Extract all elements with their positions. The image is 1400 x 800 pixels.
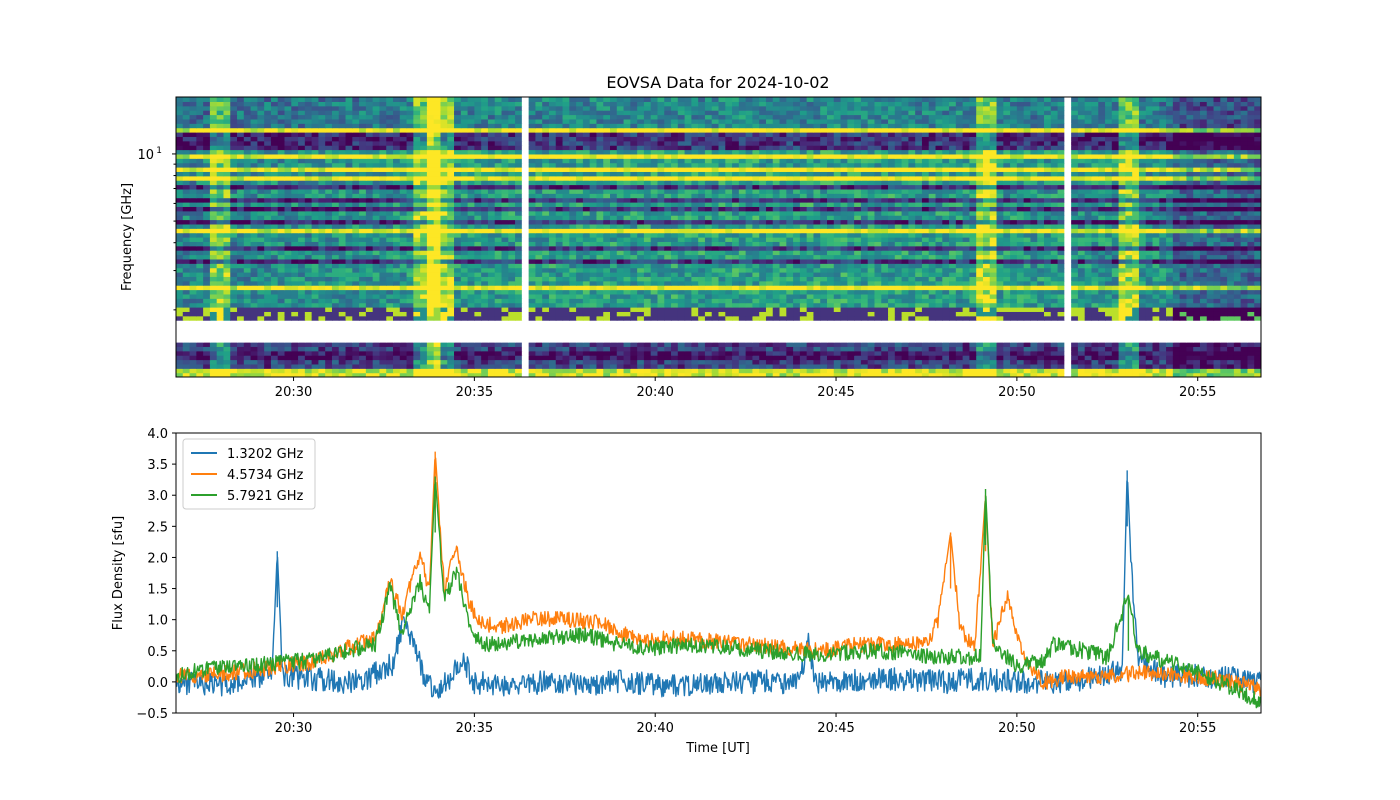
lightcurve-y-tick-label: 3.5 [147, 458, 168, 473]
lightcurve-y-tick-label: 3.0 [147, 489, 168, 504]
lightcurve-x-tick-label: 20:55 [1179, 721, 1216, 736]
spectrogram-x-tick-label: 20:45 [817, 385, 854, 400]
lightcurve-y-tick-label: 2.0 [147, 551, 168, 566]
lightcurve-x-axis: 20:30 20:35 20:40 20:45 20:50 20:55 [275, 713, 1216, 736]
lightcurve-x-tick-label: 20:45 [817, 721, 854, 736]
spectrogram-panel: 20:30 20:35 20:40 20:45 20:50 20:55 10 1 Frequ… [120, 96, 1262, 400]
lightcurve-x-tick-label: 20:50 [998, 721, 1035, 736]
lightcurve-y-axis: −0.5 0.0 0.5 1.0 1.5 2.0 2.5 3.0 3.5 4.0 [136, 427, 176, 722]
spectrogram-y-label: Frequency [GHz] [120, 183, 135, 291]
legend-label: 5.7921 GHz [227, 489, 303, 504]
spectrogram-x-tick-label: 20:40 [636, 385, 673, 400]
figure-title: EOVSA Data for 2024-10-02 [606, 73, 829, 92]
lightcurve-plot-area [176, 451, 1261, 709]
lightcurve-x-label: Time [UT] [685, 741, 750, 756]
series-line-4-5734-GHz [176, 451, 1261, 697]
spectrogram-x-tick-label: 20:30 [275, 385, 312, 400]
lightcurve-y-tick-label: 4.0 [147, 427, 168, 442]
lightcurve-frame [175, 432, 1262, 714]
series-line-1-3202-GHz [176, 470, 1261, 699]
spectrogram-y-tick-label: 10 [137, 148, 154, 163]
spectrogram-y-tick-exponent: 1 [156, 146, 162, 156]
lightcurve-y-tick-label: 0.5 [147, 645, 168, 660]
figure: EOVSA Data for 2024-10-02 20:30 20:35 20:4… [111, 73, 1262, 756]
spectrogram-y-axis: 10 1 [137, 146, 176, 311]
spectrogram-x-tick-label: 20:35 [456, 385, 493, 400]
lightcurve-x-tick-label: 20:35 [456, 721, 493, 736]
spectrogram-image [176, 97, 1261, 377]
lightcurve-panel: 20:30 20:35 20:40 20:45 20:50 20:55 −0.5 0.0 0.… [111, 427, 1262, 756]
lightcurve-y-label: Flux Density [sfu] [111, 516, 126, 630]
lightcurve-x-tick-label: 20:40 [636, 721, 673, 736]
spectrogram-x-tick-label: 20:55 [1179, 385, 1216, 400]
lightcurve-x-tick-label: 20:30 [275, 721, 312, 736]
lightcurve-y-tick-label: 0.0 [147, 676, 168, 691]
legend: 1.3202 GHz 4.5734 GHz 5.7921 GHz [182, 438, 316, 510]
lightcurve-y-tick-label: 2.5 [147, 520, 168, 535]
lightcurve-y-tick-label: −0.5 [136, 707, 168, 722]
legend-label: 4.5734 GHz [227, 468, 303, 483]
spectrogram-x-tick-label: 20:50 [998, 385, 1035, 400]
lightcurve-y-tick-label: 1.0 [147, 614, 168, 629]
lightcurve-y-tick-label: 1.5 [147, 583, 168, 598]
spectrogram-x-axis: 20:30 20:35 20:40 20:45 20:50 20:55 [275, 377, 1216, 400]
legend-label: 1.3202 GHz [227, 447, 303, 462]
